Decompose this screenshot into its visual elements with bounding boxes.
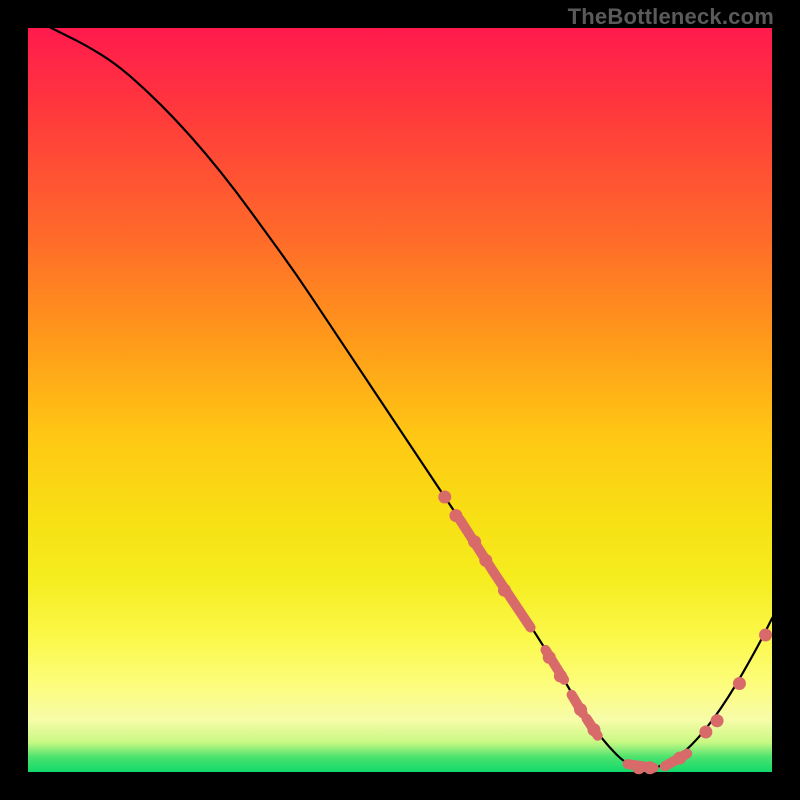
marker-dot (554, 670, 567, 683)
marker-dot (733, 677, 746, 690)
bottleneck-curve (49, 27, 773, 768)
marker-dot (468, 535, 481, 548)
marker-dot (643, 761, 656, 774)
marker-segments (460, 519, 688, 767)
attribution-text: TheBottleneck.com (568, 4, 774, 30)
marker-dot (479, 554, 492, 567)
marker-dot (711, 714, 724, 727)
marker-dot (759, 628, 772, 641)
marker-segment (493, 572, 530, 628)
marker-dot (632, 761, 645, 774)
marker-dot (673, 752, 686, 765)
chart-container: TheBottleneck.com (0, 0, 800, 800)
marker-dot (449, 509, 462, 522)
chart-overlay (27, 27, 773, 773)
marker-dot (498, 584, 511, 597)
marker-dot (543, 651, 556, 664)
marker-dot (587, 723, 600, 736)
marker-dot (438, 490, 451, 503)
marker-dot (699, 725, 712, 738)
marker-dots (438, 490, 772, 774)
marker-dot (574, 703, 587, 716)
